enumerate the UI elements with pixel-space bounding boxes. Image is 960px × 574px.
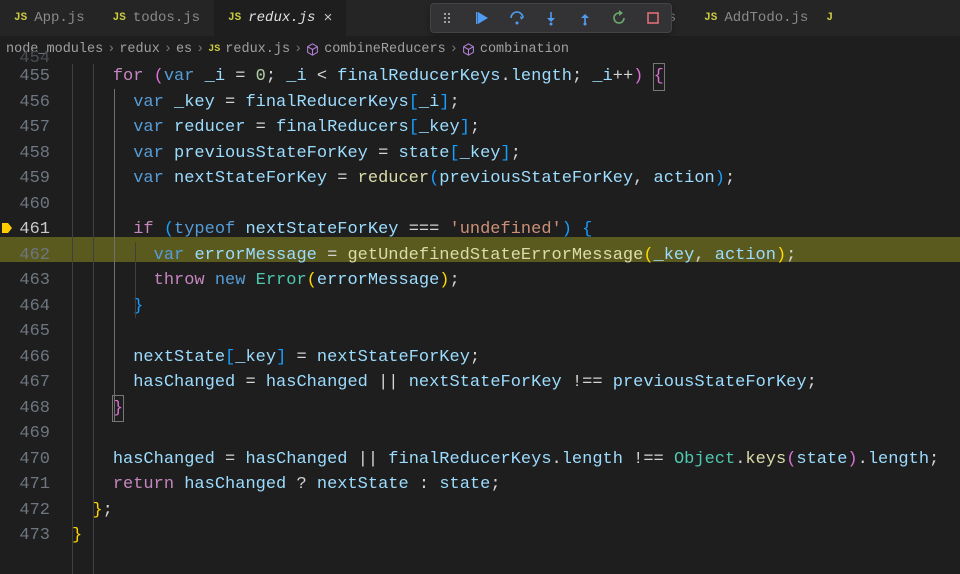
restart-button[interactable] [607, 6, 631, 30]
tab-todos-js[interactable]: JS todos.js [99, 0, 214, 36]
debug-toolbar[interactable] [430, 3, 672, 33]
line-number: 470 [0, 447, 72, 473]
step-into-button[interactable] [539, 6, 563, 30]
code-line: var nextStateForKey = reducer(previousSt… [72, 166, 960, 192]
line-number: 463 [0, 268, 72, 294]
line-number: 455 [0, 64, 72, 90]
close-icon[interactable]: × [323, 10, 332, 27]
code-line: } [72, 396, 960, 422]
code-line: return hasChanged ? nextState : state; [72, 472, 960, 498]
line-number-gutter: 455 456 457 458 459 460 461 462 463 464 … [0, 64, 72, 574]
js-icon: J [826, 12, 833, 24]
code-line: hasChanged = hasChanged || nextStateForK… [72, 370, 960, 396]
code-line: } [72, 294, 960, 320]
code-line: for (var _i = 0; _i < finalReducerKeys.l… [72, 64, 960, 90]
js-icon: JS [228, 12, 241, 24]
line-number: 467 [0, 370, 72, 396]
code-editor[interactable]: 454 455 456 457 458 459 460 461 462 463 … [0, 64, 960, 574]
tab-label: AddTodo.js [724, 10, 808, 26]
code-line: var _key = finalReducerKeys[_i]; [72, 90, 960, 116]
code-line: throw new Error(errorMessage); [72, 268, 960, 294]
line-number: 459 [0, 166, 72, 192]
step-over-button[interactable] [505, 6, 529, 30]
line-number: 472 [0, 498, 72, 524]
line-number: 473 [0, 523, 72, 549]
line-number: 462 [0, 243, 72, 269]
tab-app-js[interactable]: JS App.js [0, 0, 99, 36]
code-line [72, 319, 960, 345]
line-number: 456 [0, 90, 72, 116]
code-line: } [72, 523, 960, 549]
tab-redux-js[interactable]: JS redux.js × [214, 0, 346, 36]
tab-bar: JS App.js JS todos.js JS redux.js × doLi… [0, 0, 960, 36]
code-line: }; [72, 498, 960, 524]
line-number: 468 [0, 396, 72, 422]
code-line: if (typeof nextStateForKey === 'undefine… [72, 217, 960, 243]
tab-overflow[interactable]: J [822, 0, 844, 36]
line-number: 465 [0, 319, 72, 345]
execution-pointer-icon [2, 223, 12, 233]
continue-button[interactable] [471, 6, 495, 30]
code-line: var reducer = finalReducers[_key]; [72, 115, 960, 141]
line-number: 464 [0, 294, 72, 320]
tab-label: todos.js [133, 10, 200, 26]
code-line: hasChanged = hasChanged || finalReducerK… [72, 447, 960, 473]
code-line [72, 421, 960, 447]
line-number: 460 [0, 192, 72, 218]
line-number: 471 [0, 472, 72, 498]
step-out-button[interactable] [573, 6, 597, 30]
js-icon: JS [113, 12, 126, 24]
code-line: nextState[_key] = nextStateForKey; [72, 345, 960, 371]
code-line [72, 192, 960, 218]
stop-button[interactable] [641, 6, 665, 30]
line-number: 458 [0, 141, 72, 167]
line-number: 466 [0, 345, 72, 371]
js-icon: JS [14, 12, 27, 24]
tab-label: redux.js [248, 10, 315, 26]
tab-label: App.js [34, 10, 84, 26]
tab-addtodo-js[interactable]: JS AddTodo.js [690, 0, 822, 36]
code-line: var previousStateForKey = state[_key]; [72, 141, 960, 167]
code-body[interactable]: for (var _i = 0; _i < finalReducerKeys.l… [72, 64, 960, 574]
code-line: var errorMessage = getUndefinedStateErro… [72, 243, 960, 269]
drag-handle-icon[interactable] [437, 6, 461, 30]
line-number: 469 [0, 421, 72, 447]
line-number: 457 [0, 115, 72, 141]
js-icon: JS [704, 12, 717, 24]
